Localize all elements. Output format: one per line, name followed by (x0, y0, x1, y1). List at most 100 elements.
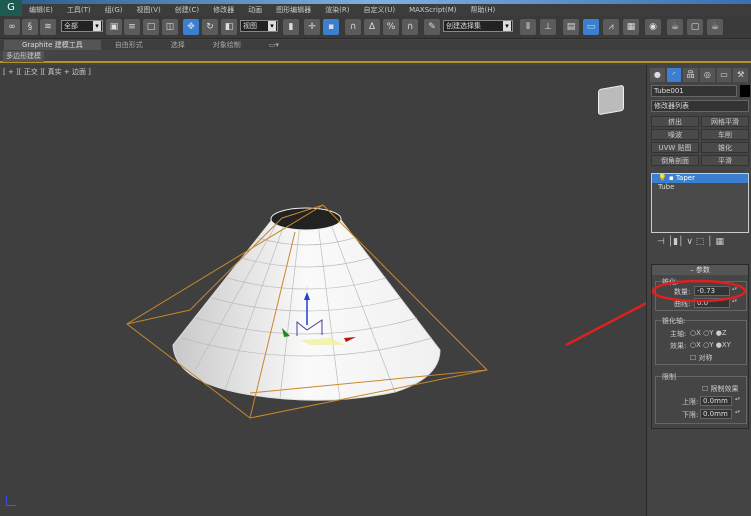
motion-tab-icon[interactable]: ◎ (700, 68, 715, 82)
modifier-button[interactable]: 网格平滑 (701, 116, 749, 127)
menu-item[interactable]: 帮助(H) (464, 4, 503, 16)
bind-space-warp-icon[interactable]: ≋ (40, 19, 56, 35)
menu-item[interactable]: 渲染(R) (318, 4, 356, 16)
select-rotate-icon[interactable]: ↻ (202, 19, 218, 35)
render-production-icon[interactable]: ☕ (707, 19, 723, 35)
effect-label: 效果: (670, 342, 687, 350)
annotation-circle (651, 279, 747, 303)
mirror-icon[interactable]: ⫴ (520, 19, 536, 35)
limits-label: 限制 (662, 373, 676, 381)
named-selection-dropdown[interactable]: 创建选择集 (443, 20, 513, 32)
modifier-stack: 💡 ▪ Taper Tube (651, 173, 749, 233)
object-color-swatch[interactable] (740, 85, 750, 97)
gizmo-axis-label: z (305, 285, 308, 292)
link-icon[interactable]: ∞ (4, 19, 20, 35)
ribbon-options-icon[interactable]: ▭▾ (255, 40, 293, 50)
unlink-icon[interactable]: § (22, 19, 38, 35)
upper-limit-label: 上限: (682, 398, 699, 406)
graphite-toggle-icon[interactable]: ▭ (583, 19, 599, 35)
menu-item[interactable]: 视图(V) (130, 4, 168, 16)
rollout-header[interactable]: – 参数 (652, 265, 748, 275)
stack-item-tube[interactable]: Tube (652, 183, 748, 192)
hierarchy-tab-icon[interactable]: 品 (683, 68, 699, 82)
angle-snap-icon[interactable]: ∆ (364, 19, 380, 35)
pin-stack-icon[interactable]: ⊣ │▮│ ∨ ⬚ │ ▦ (657, 237, 724, 247)
tab-graphite[interactable]: Graphite 建模工具 (4, 40, 101, 50)
effect-radios[interactable]: ○X ○Y ●XY (690, 341, 731, 349)
render-setup-icon[interactable]: ☕ (667, 19, 683, 35)
menu-item[interactable]: 自定义(U) (356, 4, 402, 16)
schematic-view-icon[interactable]: ▦ (623, 19, 639, 35)
menu-item[interactable]: 动画 (241, 4, 269, 16)
modifier-button[interactable]: 锥化 (701, 142, 749, 153)
edit-named-selection-icon[interactable]: ✎ (424, 19, 440, 35)
axis-tripod (6, 496, 16, 506)
modifier-button[interactable]: 挤出 (651, 116, 699, 127)
main-toolbar: ∞ § ≋ 全部 ▣ ≡ □ ◫ ✥ ↻ ◧ 视图 ▮ ✛ ▪ ∩ ∆ % ∩ … (0, 16, 751, 39)
menu-item[interactable]: 创建(C) (168, 4, 206, 16)
modifier-button[interactable]: 噪波 (651, 129, 699, 140)
viewcube[interactable] (598, 84, 624, 116)
ribbon-subbar: 多边形建模 (0, 50, 751, 63)
modifier-list-dropdown[interactable]: 修改器列表 (651, 100, 749, 112)
reference-coord-dropdown[interactable]: 视图 (240, 20, 278, 32)
manipulate-icon[interactable]: ✛ (304, 19, 320, 35)
tab-object-paint[interactable]: 对象绘制 (199, 40, 255, 50)
lower-limit-input[interactable]: 0.0mm (700, 409, 732, 419)
modify-tab-icon[interactable]: ◜ (666, 68, 682, 82)
stack-label: Taper (675, 174, 695, 182)
pivot-center-icon[interactable]: ▮ (283, 19, 299, 35)
upper-limit-spinner[interactable]: ▴▾ (735, 396, 740, 405)
upper-limit-input[interactable]: 0.0mm (700, 396, 732, 406)
limit-effect-checkbox[interactable]: ☐ 限制效果 (702, 384, 739, 394)
align-icon[interactable]: ⊥ (540, 19, 556, 35)
taper-axis-label: 锥化轴: (662, 317, 686, 325)
menu-item[interactable]: MAXScript(M) (402, 4, 463, 16)
rendered-frame-icon[interactable]: ▢ (687, 19, 703, 35)
command-panel: ● ◜ 品 ◎ ▭ ⚒ Tube001 修改器列表 挤出 网格平滑 噪波 车削 UVW … (646, 65, 751, 516)
selection-filter-dropdown[interactable]: 全部 (61, 20, 103, 32)
menu-item[interactable]: 组(G) (98, 4, 130, 16)
polygon-modeling-button[interactable]: 多边形建模 (3, 51, 44, 62)
curve-editor-icon[interactable]: ⩘ (603, 19, 619, 35)
percent-snap-icon[interactable]: % (383, 19, 399, 35)
display-tab-icon[interactable]: ▭ (716, 68, 732, 82)
material-editor-icon[interactable]: ◉ (645, 19, 661, 35)
keyboard-shortcut-icon[interactable]: ▪ (323, 19, 339, 35)
annotation-arrow (565, 301, 646, 347)
spinner-snap-icon[interactable]: ∩ (402, 19, 418, 35)
select-object-icon[interactable]: ▣ (106, 19, 122, 35)
menu-bar: 编辑(E) 工具(T) 组(G) 视图(V) 创建(C) 修改器 动画 图形编辑器 渲染(R) 自… (22, 4, 751, 16)
ribbon-tabs: Graphite 建模工具 自由形式 选择 对象绘制 ▭▾ (0, 40, 751, 50)
modifier-button[interactable]: 平滑 (701, 155, 749, 166)
create-tab-icon[interactable]: ● (650, 68, 665, 82)
app-logo[interactable]: G (0, 0, 22, 16)
modifier-button[interactable]: UVW 贴图 (651, 142, 699, 153)
viewport-perspective[interactable]: [ + ][ 正交 ][ 真实 + 边面 ] z (0, 65, 646, 516)
object-name-input[interactable]: Tube001 (651, 85, 737, 97)
menu-item[interactable]: 工具(T) (60, 4, 98, 16)
window-crossing-icon[interactable]: ◫ (162, 19, 178, 35)
primary-axis-radios[interactable]: ○X ○Y ●Z (690, 329, 727, 337)
symmetry-checkbox[interactable]: ☐ 对称 (690, 353, 713, 363)
modifier-button[interactable]: 车削 (701, 129, 749, 140)
tab-freeform[interactable]: 自由形式 (101, 40, 157, 50)
modifier-button[interactable]: 倒角剖面 (651, 155, 699, 166)
menu-item[interactable]: 图形编辑器 (269, 4, 318, 16)
menu-item[interactable]: 修改器 (206, 4, 241, 16)
lower-limit-label: 下限: (682, 411, 699, 419)
select-scale-icon[interactable]: ◧ (221, 19, 237, 35)
rollout-title: 参数 (695, 266, 710, 274)
select-move-icon[interactable]: ✥ (183, 19, 199, 35)
select-by-name-icon[interactable]: ≡ (124, 19, 140, 35)
layer-manager-icon[interactable]: ▤ (563, 19, 579, 35)
viewport-scene: z (126, 204, 646, 419)
snap-toggle-icon[interactable]: ∩ (345, 19, 361, 35)
menu-item[interactable]: 编辑(E) (22, 4, 60, 16)
tab-selection[interactable]: 选择 (157, 40, 199, 50)
utilities-tab-icon[interactable]: ⚒ (733, 68, 749, 82)
lower-limit-spinner[interactable]: ▴▾ (735, 409, 740, 418)
primary-axis-label: 主轴: (670, 330, 687, 338)
rect-selection-icon[interactable]: □ (143, 19, 159, 35)
stack-item-taper[interactable]: 💡 ▪ Taper (652, 174, 748, 183)
